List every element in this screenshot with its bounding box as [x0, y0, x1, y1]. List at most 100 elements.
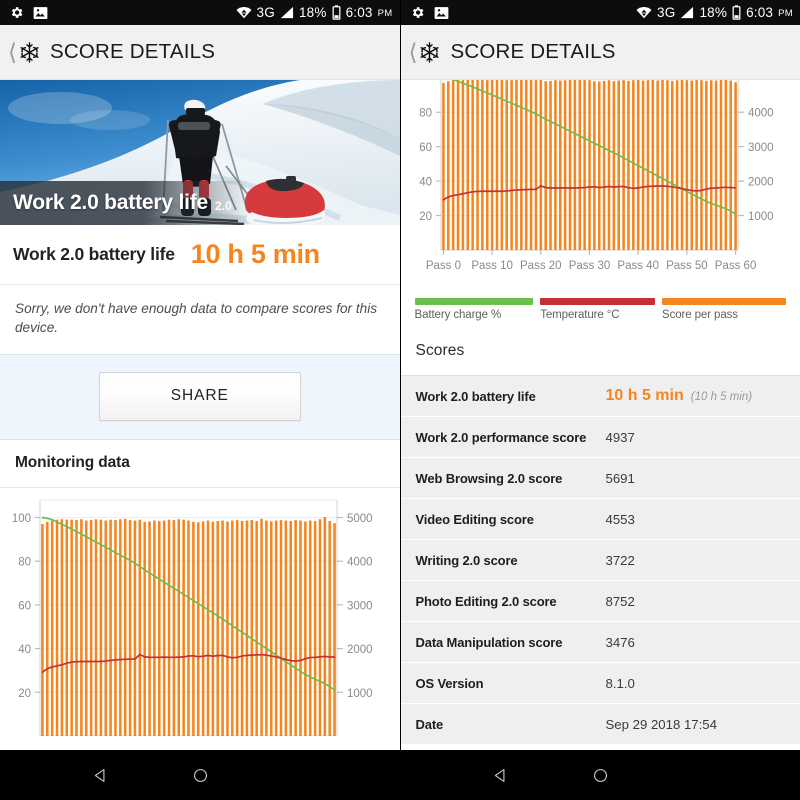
clock-meridiem: PM — [377, 8, 393, 19]
legend-item-temperature: Temperature °C — [540, 298, 662, 321]
score-value: 8.1.0 — [606, 676, 635, 691]
score-value-text: 10 h 5 min — [605, 387, 684, 404]
score-value: 3722 — [606, 553, 635, 568]
svg-text:Pass 50: Pass 50 — [666, 260, 708, 272]
table-row[interactable]: Photo Editing 2.0 score 8752 — [400, 581, 800, 622]
svg-text:60: 60 — [419, 142, 432, 154]
svg-text:Pass 0: Pass 0 — [425, 260, 460, 272]
page-title: SCORE DETAILS — [450, 40, 616, 63]
image-icon — [33, 6, 48, 19]
svg-text:40: 40 — [419, 177, 432, 189]
nav-bar-left — [0, 750, 400, 800]
score-label: Work 2.0 performance score — [415, 429, 587, 445]
svg-text:1000: 1000 — [748, 211, 774, 223]
monitoring-chart-left: 20 40 60 80 100 1000 2000 3000 4000 5000 — [0, 487, 400, 736]
score-label: Data Manipulation score — [415, 634, 563, 650]
result-row: Work 2.0 battery life 10 h 5 min — [0, 225, 400, 285]
battery-percent-label: 18% — [699, 5, 728, 20]
svg-text:80: 80 — [419, 108, 432, 120]
score-value-note: (10 h 5 min) — [690, 391, 753, 403]
monitoring-chart-right: 20 40 60 80 1000 2000 3000 4000 Pass 0 Pass 10 Pas… — [400, 80, 800, 290]
table-row[interactable]: Web Browsing 2.0 score 5691 — [400, 458, 800, 499]
nav-bar-right — [400, 750, 800, 800]
nav-home-icon — [193, 768, 207, 782]
scores-section-title: Scores — [415, 342, 465, 359]
hero-title-band: Work 2.0 battery life 2.0 — [0, 181, 400, 225]
signal-bars-icon — [280, 6, 294, 19]
score-label: Video Editing score — [415, 511, 534, 527]
score-value-text: 5691 — [605, 470, 635, 486]
nav-home-button[interactable] — [551, 767, 651, 784]
wifi-icon — [636, 7, 652, 19]
scores-table: Work 2.0 battery life 10 h 5 min (10 h 5 m… — [400, 376, 800, 745]
status-bar-system-icons: 3G 18% 6:03 PM — [235, 5, 393, 20]
score-value: 3476 — [606, 635, 635, 650]
svg-text:2000: 2000 — [748, 177, 774, 189]
status-bar-left: 3G 18% 6:03 PM — [0, 0, 400, 25]
monitoring-section-header: Monitoring data — [0, 439, 400, 488]
right-scroll-body[interactable]: 20 40 60 80 1000 2000 3000 4000 Pass 0 Pass 10 Pas… — [400, 80, 800, 750]
score-value-text: 3476 — [605, 634, 635, 650]
table-row[interactable]: OS Version 8.1.0 — [400, 663, 800, 704]
dual-screenshot: 3G 18% 6:03 PM ⟨ SCORE DETAILS Work 2.0 … — [0, 0, 800, 800]
hero-banner: Work 2.0 battery life 2.0 — [0, 80, 400, 225]
table-row[interactable]: Writing 2.0 score 3722 — [400, 540, 800, 581]
hero-title: Work 2.0 battery life — [13, 191, 208, 214]
nav-home-button[interactable] — [150, 767, 250, 784]
signal-bars-icon — [681, 6, 694, 19]
table-row[interactable]: Data Manipulation score 3476 — [400, 622, 800, 663]
table-row[interactable]: Date Sep 29 2018 17:54 — [400, 704, 800, 745]
status-bar-notification-icons — [9, 5, 48, 20]
page-title: SCORE DETAILS — [49, 40, 216, 63]
score-value-text: 8752 — [605, 593, 635, 609]
status-bar-right: 3G 18% 6:03 PM — [400, 0, 800, 25]
table-row[interactable]: Video Editing score 4553 — [400, 499, 800, 540]
network-type-label: 3G — [657, 5, 676, 20]
score-label: OS Version — [415, 675, 484, 691]
svg-text:80: 80 — [18, 556, 31, 568]
share-button[interactable]: SHARE — [98, 371, 301, 421]
result-value: 10 h 5 min — [190, 239, 320, 269]
table-row[interactable]: Work 2.0 performance score 4937 — [400, 417, 800, 458]
svg-text:1000: 1000 — [347, 687, 373, 699]
score-value: 4937 — [606, 430, 635, 445]
legend-label-battery: Battery charge % — [414, 309, 502, 321]
gear-icon — [412, 7, 423, 18]
nav-back-button[interactable] — [451, 767, 551, 784]
wifi-icon — [235, 7, 252, 19]
nav-home-icon — [593, 768, 608, 782]
score-value-text: 3722 — [605, 552, 635, 568]
svg-text:3000: 3000 — [347, 600, 373, 612]
comparison-note: Sorry, we don't have enough data to comp… — [0, 285, 400, 355]
comparison-note-text: Sorry, we don't have enough data to comp… — [15, 301, 378, 336]
right-phone-panel: 3G 18% 6:03 PM ⟨ SCORE DETAILS 20 40 60 80 1… — [400, 0, 800, 800]
back-chevron-icon[interactable]: ⟨ — [409, 40, 418, 64]
monitoring-section-title: Monitoring data — [15, 454, 130, 472]
svg-text:100: 100 — [12, 513, 31, 525]
nav-back-button[interactable] — [50, 767, 150, 784]
nav-back-icon — [94, 768, 104, 782]
svg-text:Pass 10: Pass 10 — [471, 260, 513, 272]
chart-legend: Battery charge % Temperature °C Score pe… — [400, 290, 800, 327]
score-value-text: 4553 — [605, 511, 635, 527]
battery-low-icon — [732, 5, 741, 20]
snowflake-icon — [420, 41, 440, 63]
network-type-label: 3G — [256, 5, 275, 20]
clock-meridiem: PM — [778, 8, 793, 19]
score-label: Writing 2.0 score — [415, 552, 518, 568]
app-bar-left: ⟨ SCORE DETAILS — [0, 25, 400, 80]
score-label: Date — [415, 716, 444, 732]
score-value-text: 4937 — [605, 429, 635, 445]
score-value: 8752 — [606, 594, 635, 609]
table-row[interactable]: Work 2.0 battery life 10 h 5 min (10 h 5 m… — [400, 376, 800, 417]
back-chevron-icon[interactable]: ⟨ — [8, 40, 17, 64]
status-bar-system-icons-right: 3G 18% 6:03 PM — [636, 5, 793, 20]
legend-label-temperature: Temperature °C — [540, 309, 620, 321]
hero-subtitle: 2.0 — [214, 199, 232, 213]
svg-text:5000: 5000 — [347, 513, 373, 525]
svg-text:Pass 20: Pass 20 — [520, 260, 562, 272]
left-scroll-body[interactable]: Work 2.0 battery life 2.0 Work 2.0 batte… — [0, 80, 400, 750]
scores-section-header: Scores — [400, 327, 800, 376]
svg-text:20: 20 — [419, 211, 432, 223]
left-phone-panel: 3G 18% 6:03 PM ⟨ SCORE DETAILS Work 2.0 … — [0, 0, 401, 800]
